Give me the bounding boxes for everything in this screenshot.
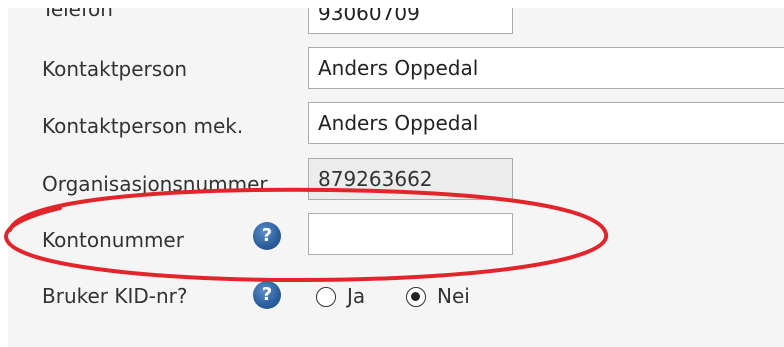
form-panel: Telefon 93060709 Kontaktperson Anders Op… — [0, 0, 784, 347]
radio-ja-label: Ja — [347, 284, 366, 308]
kontaktperson-label: Kontaktperson — [42, 57, 188, 81]
radio-nei-label: Nei — [437, 284, 470, 308]
top-edge — [0, 0, 784, 8]
kontaktperson-mek-input[interactable]: Anders Oppedal — [308, 102, 784, 144]
organisasjonsnummer-field: 879263662 — [308, 158, 513, 200]
kontaktperson-mek-label: Kontaktperson mek. — [42, 114, 244, 138]
radio-nei[interactable] — [406, 287, 426, 307]
help-icon[interactable]: ? — [253, 222, 281, 250]
help-icon[interactable]: ? — [253, 281, 281, 309]
radio-ja[interactable] — [316, 287, 336, 307]
kontaktperson-input[interactable]: Anders Oppedal — [308, 47, 784, 89]
kontonummer-label: Kontonummer — [42, 228, 184, 252]
bruker-kid-label: Bruker KID-nr? — [42, 284, 188, 308]
organisasjonsnummer-label: Organisasjonsnummer — [42, 172, 268, 196]
kontonummer-input[interactable] — [308, 213, 513, 255]
